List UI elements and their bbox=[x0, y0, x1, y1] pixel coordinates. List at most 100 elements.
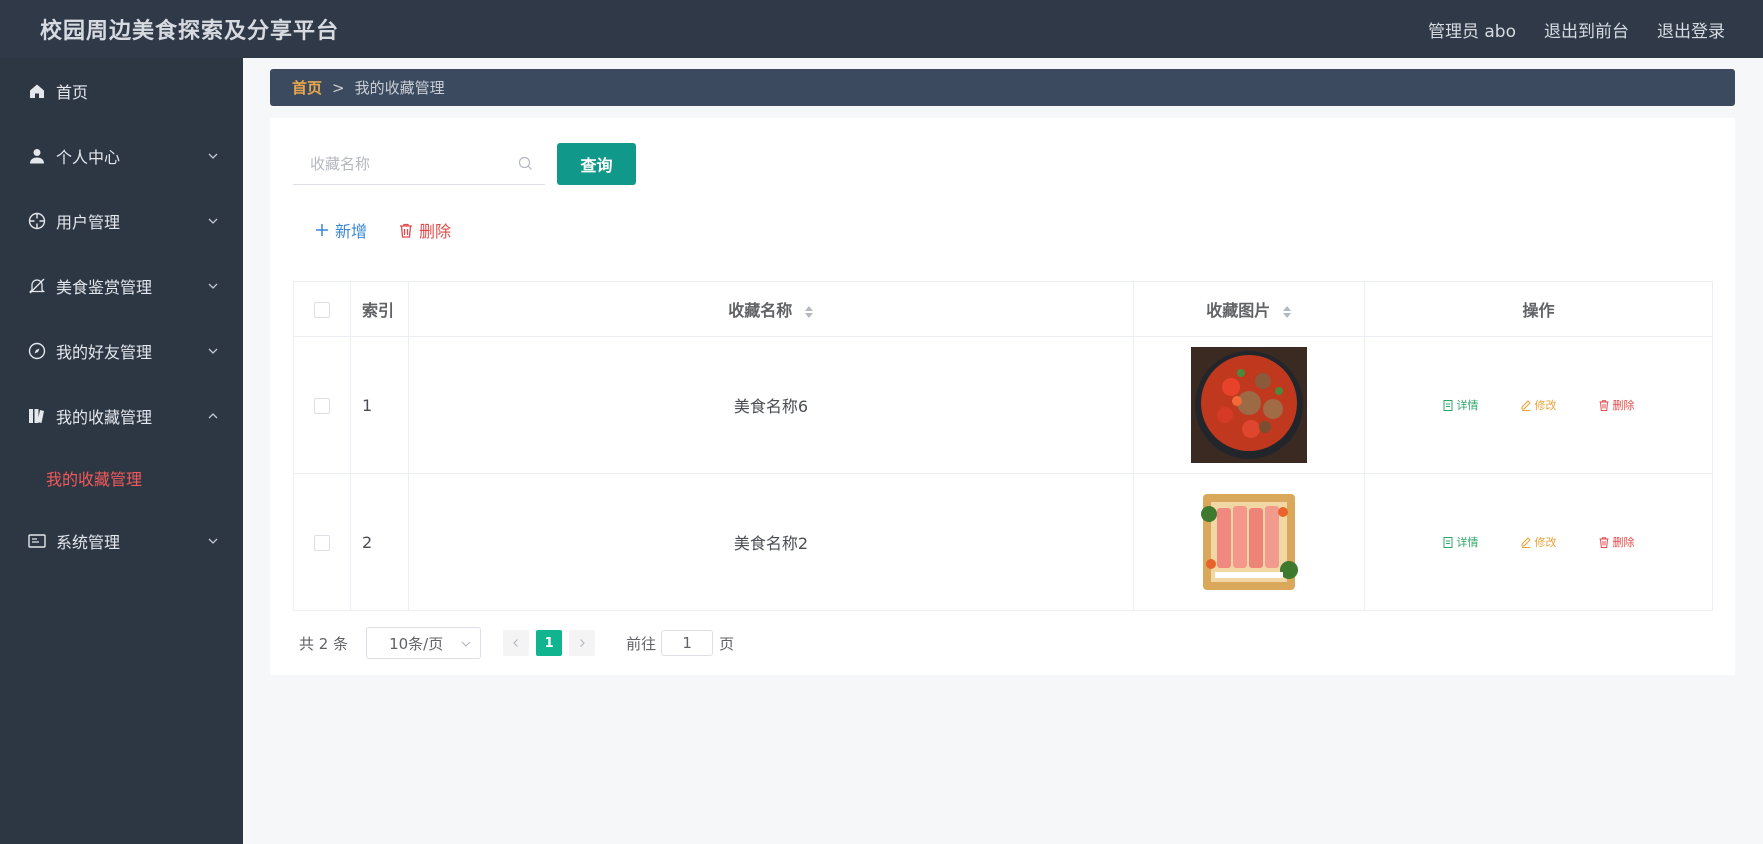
header-index: 索引 bbox=[350, 281, 409, 337]
sidebar-item-system[interactable]: 系统管理 bbox=[0, 508, 243, 573]
goto-label: 前往 bbox=[626, 634, 657, 653]
batch-delete-button[interactable]: 删除 bbox=[399, 218, 451, 242]
header-name-cell[interactable]: 收藏名称 bbox=[408, 281, 1134, 337]
chevron-down-icon bbox=[208, 283, 218, 289]
content-panel: 查询 新增 删除 索引 收藏名称 bbox=[270, 118, 1735, 675]
chevron-up-icon bbox=[208, 412, 218, 418]
crosshair-icon bbox=[28, 212, 46, 230]
sidebar-item-friends[interactable]: 我的好友管理 bbox=[0, 318, 243, 383]
detail-button[interactable]: 详情 bbox=[1443, 397, 1479, 413]
breadcrumb-current: 我的收藏管理 bbox=[354, 79, 445, 97]
edit-button[interactable]: 修改 bbox=[1521, 397, 1557, 413]
document-icon bbox=[1443, 536, 1452, 548]
search-input[interactable] bbox=[293, 143, 503, 184]
add-button-label: 新增 bbox=[335, 222, 368, 241]
page-size-value: 10条/页 bbox=[389, 634, 444, 653]
edit-icon bbox=[1521, 399, 1531, 411]
chevron-down-icon bbox=[461, 641, 471, 647]
header-name: 收藏名称 bbox=[728, 301, 793, 320]
add-button[interactable]: 新增 bbox=[315, 218, 367, 242]
query-button[interactable]: 查询 bbox=[557, 143, 636, 185]
goto-page-input[interactable] bbox=[661, 630, 714, 656]
chevron-right-icon bbox=[580, 639, 585, 647]
header-checkbox-cell bbox=[293, 281, 351, 337]
app-title: 校园周边美食探索及分享平台 bbox=[40, 19, 340, 44]
collection-icon bbox=[28, 407, 46, 425]
row-checkbox[interactable] bbox=[314, 535, 330, 551]
select-all-checkbox[interactable] bbox=[314, 302, 330, 318]
header-image: 收藏图片 bbox=[1206, 301, 1271, 320]
delete-label: 删除 bbox=[1612, 536, 1635, 549]
breadcrumb-home-link[interactable]: 首页 bbox=[292, 77, 322, 98]
row-name: 美食名称6 bbox=[408, 336, 1134, 474]
breadcrumb-separator: > bbox=[332, 78, 345, 97]
pagination-total: 共 2 条 bbox=[299, 634, 349, 653]
delete-button-label: 删除 bbox=[419, 222, 452, 241]
sashimi-platter-image bbox=[1191, 484, 1307, 600]
row-checkbox[interactable] bbox=[314, 398, 330, 414]
sort-icon[interactable] bbox=[1282, 305, 1292, 319]
page-number-button[interactable]: 1 bbox=[536, 630, 563, 656]
table-header-row: 索引 收藏名称 收藏图片 操作 bbox=[293, 281, 1713, 337]
action-row: 新增 删除 bbox=[315, 218, 451, 242]
edit-label: 修改 bbox=[1534, 399, 1557, 412]
plus-icon bbox=[316, 224, 328, 236]
detail-label: 详情 bbox=[1456, 536, 1479, 549]
row-delete-button[interactable]: 删除 bbox=[1599, 397, 1635, 413]
logout-link[interactable]: 退出登录 bbox=[1657, 17, 1725, 42]
row-delete-button[interactable]: 删除 bbox=[1599, 534, 1635, 550]
chevron-left-icon bbox=[513, 639, 519, 647]
chevron-down-icon bbox=[208, 218, 218, 224]
row-ops-cell: 详情 修改 删除 bbox=[1364, 473, 1713, 611]
trash-icon bbox=[400, 223, 413, 238]
top-header: 校园周边美食探索及分享平台 管理员 abo 退出到前台 退出登录 bbox=[0, 0, 1763, 58]
header-links: 管理员 abo 退出到前台 退出登录 bbox=[1428, 17, 1725, 42]
sidebar-item-collection[interactable]: 我的收藏管理 bbox=[0, 383, 243, 448]
table-row: 1 美食名称6 详情 修改 删除 bbox=[293, 336, 1713, 474]
sort-icon[interactable] bbox=[804, 305, 814, 319]
search-box bbox=[293, 143, 545, 185]
row-index: 2 bbox=[350, 473, 409, 611]
document-icon bbox=[1443, 399, 1452, 411]
bell-off-icon bbox=[28, 277, 46, 295]
sidebar-item-home[interactable]: 首页 bbox=[0, 58, 243, 123]
row-checkbox-cell bbox=[293, 336, 351, 474]
admin-user-label[interactable]: 管理员 abo bbox=[1428, 17, 1516, 42]
next-page-button[interactable] bbox=[569, 630, 596, 656]
sidebar-item-label: 我的收藏管理 bbox=[56, 407, 153, 427]
sidebar-item-food-appreciation[interactable]: 美食鉴赏管理 bbox=[0, 253, 243, 318]
collection-table: 索引 收藏名称 收藏图片 操作 1 美食名称6 详情 修改 删除 2 美食名称2… bbox=[293, 281, 1713, 611]
header-ops: 操作 bbox=[1364, 281, 1713, 337]
sidebar-item-personal-center[interactable]: 个人中心 bbox=[0, 123, 243, 188]
trash-icon bbox=[1599, 536, 1608, 548]
spicy-dish-image bbox=[1191, 347, 1307, 463]
monitor-icon bbox=[28, 532, 46, 550]
row-checkbox-cell bbox=[293, 473, 351, 611]
edit-label: 修改 bbox=[1534, 536, 1557, 549]
user-icon bbox=[28, 147, 46, 165]
row-image-cell bbox=[1133, 473, 1365, 611]
page-size-select[interactable]: 10条/页 bbox=[366, 627, 482, 659]
back-to-front-link[interactable]: 退出到前台 bbox=[1544, 17, 1629, 42]
sidebar-item-user-management[interactable]: 用户管理 bbox=[0, 188, 243, 253]
sidebar-item-label: 系统管理 bbox=[56, 532, 121, 552]
header-image-cell[interactable]: 收藏图片 bbox=[1133, 281, 1365, 337]
sidebar-subitem-my-collection[interactable]: 我的收藏管理 bbox=[0, 448, 243, 508]
row-index: 1 bbox=[350, 336, 409, 474]
sidebar-item-label: 首页 bbox=[56, 82, 89, 102]
main-content: 首页 > 我的收藏管理 查询 新增 删除 索引 bbox=[243, 58, 1763, 844]
edit-icon bbox=[1521, 536, 1531, 548]
delete-label: 删除 bbox=[1612, 399, 1635, 412]
detail-button[interactable]: 详情 bbox=[1443, 534, 1479, 550]
prev-page-button[interactable] bbox=[503, 630, 530, 656]
sidebar-item-label: 个人中心 bbox=[56, 147, 121, 167]
detail-label: 详情 bbox=[1456, 399, 1479, 412]
edit-button[interactable]: 修改 bbox=[1521, 534, 1557, 550]
home-icon bbox=[28, 82, 46, 100]
sidebar: 首页 个人中心 用户管理 美食鉴赏管理 我的好友管理 我的收藏管理 我的收藏管理… bbox=[0, 58, 243, 844]
page-suffix: 页 bbox=[719, 634, 735, 653]
chevron-down-icon bbox=[208, 348, 218, 354]
sidebar-item-label: 美食鉴赏管理 bbox=[56, 277, 153, 297]
row-ops-cell: 详情 修改 删除 bbox=[1364, 336, 1713, 474]
trash-icon bbox=[1599, 399, 1608, 411]
